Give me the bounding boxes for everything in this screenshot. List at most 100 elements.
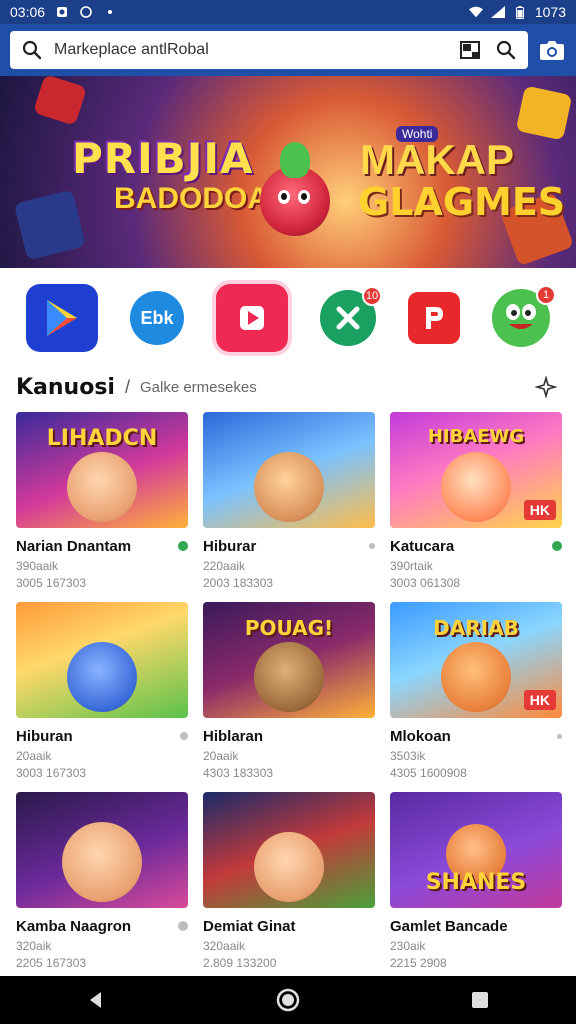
game-thumbnail[interactable] [16, 602, 188, 718]
card-meta-1: 390rtaik [390, 559, 433, 573]
card-meta-2: 3005 167303 [16, 576, 87, 590]
card-meta-1: 230aik [390, 939, 426, 953]
game-card[interactable]: Demiat Ginat 320aaik 2.809 133200 [203, 792, 375, 982]
app-icon-red-p[interactable] [408, 292, 460, 344]
wifi-icon [468, 5, 483, 19]
card-meta-1: 320aik [16, 939, 52, 953]
hero-title-right-bottom: GLAGMES [358, 180, 566, 224]
card-meta-2: 2205 167303 [16, 956, 87, 970]
status-bar: 03:06 1073 [0, 0, 576, 24]
game-thumbnail[interactable]: DARIAB HK [390, 602, 562, 718]
card-meta-1: 20aaik [16, 749, 52, 763]
mascot-image [260, 142, 330, 236]
card-meta-2: 3003 061308 [390, 576, 461, 590]
hero-banner[interactable]: PRIBJIA BADODOA! Wohti MAKAP GLAGMES [0, 76, 576, 268]
search-submit-icon[interactable] [492, 36, 520, 64]
dice-decoration [13, 189, 87, 261]
search-box[interactable]: Markeplace antlRobal [10, 31, 528, 69]
search-input[interactable]: Markeplace antlRobal [54, 41, 448, 59]
app-label-ebk: Ebk [140, 307, 174, 328]
app-icon-ebk[interactable]: Ebk [130, 291, 184, 345]
card-title: Hiblaran [203, 727, 264, 745]
battery-icon [513, 5, 527, 19]
section-title: Kanuosi [16, 374, 115, 400]
game-card[interactable]: DARIAB HK Mlokoan 3503ik 4305 1600908 [390, 602, 562, 792]
thumb-title: POUAG! [244, 616, 334, 640]
game-thumbnail[interactable] [203, 792, 375, 908]
card-title: Mlokoan [390, 727, 451, 745]
game-card[interactable]: Hiburan 20aaik 3003 167303 [16, 602, 188, 792]
app-icon-green-x[interactable]: 10 [320, 286, 382, 346]
gallery-icon[interactable] [456, 36, 484, 64]
character-image [67, 642, 137, 712]
card-meta-2: 2215 2908 [390, 956, 447, 970]
back-icon[interactable] [82, 986, 110, 1014]
hero-subtitle-left: BADODOA! [114, 182, 279, 215]
card-title: Demiat Ginat [203, 917, 296, 935]
game-card[interactable]: Hiburar 220aaik 2003 183303 [203, 412, 375, 602]
hero-title-left: PRIBJIA [72, 134, 254, 183]
system-nav-bar [0, 976, 576, 1024]
card-tag: HK [523, 500, 556, 520]
section-subtitle: Galke ermesekes [139, 378, 257, 396]
thumb-title: LIHADCN [46, 426, 158, 451]
game-card[interactable]: SHANES Gamlet Bancade 230aik 2215 2908 [390, 792, 562, 982]
game-thumbnail[interactable] [203, 412, 375, 528]
character-image [254, 452, 324, 522]
character-image [62, 822, 142, 902]
game-thumbnail[interactable]: SHANES [390, 792, 562, 908]
game-thumbnail[interactable] [16, 792, 188, 908]
card-meta-2: 4305 1600908 [390, 766, 467, 780]
card-meta-1: 20aaik [203, 749, 239, 763]
card-tag: HK [523, 690, 556, 710]
card-meta-2: 3003 167303 [16, 766, 87, 780]
dice-decoration [515, 85, 573, 141]
app-bar: Markeplace antlRobal [0, 24, 576, 76]
game-thumbnail[interactable]: LIHADCN [16, 412, 188, 528]
status-dot [557, 733, 562, 739]
home-icon[interactable] [274, 986, 302, 1014]
recents-icon[interactable] [466, 986, 494, 1014]
game-thumbnail[interactable]: HIBAEWG HK [390, 412, 562, 528]
card-meta-1: 390aaik [16, 559, 59, 573]
game-card[interactable]: LIHADCN Narian Dnantam 390aaik 3005 1673… [16, 412, 188, 602]
app-icon-video[interactable] [216, 284, 288, 352]
card-title: Katucara [390, 537, 455, 555]
search-icon[interactable] [18, 36, 46, 64]
dot-icon [103, 5, 117, 19]
section-header: Kanuosi / Galke ermesekes [0, 368, 576, 406]
card-title: Narian Dnantam [16, 537, 132, 555]
badge-count: 1 [536, 285, 556, 305]
game-card[interactable]: POUAG! Hiblaran 20aaik 4303 183303 [203, 602, 375, 792]
thumb-title: DARIAB [433, 616, 519, 640]
status-dot [369, 543, 375, 549]
status-dot [552, 541, 562, 551]
character-image [254, 832, 324, 902]
status-dot [178, 921, 188, 931]
signal-icon [490, 5, 505, 19]
character-image [254, 642, 324, 712]
game-thumbnail[interactable]: POUAG! [203, 602, 375, 718]
cards-grid: LIHADCN Narian Dnantam 390aaik 3005 1673… [16, 412, 562, 982]
app-icon-play-store[interactable] [26, 284, 98, 352]
apps-row: Ebk 10 1 [0, 270, 576, 366]
badge-count: 10 [362, 286, 382, 306]
card-meta-2: 2.809 133200 [203, 956, 277, 970]
game-card[interactable]: HIBAEWG HK Katucara 390rtaik 3003 061308 [390, 412, 562, 602]
camera-icon[interactable] [538, 36, 566, 64]
sparkle-icon[interactable] [532, 373, 560, 401]
card-title: Hiburar [203, 537, 257, 555]
card-title: Hiburan [16, 727, 73, 745]
dice-decoration [32, 76, 88, 126]
character-image [441, 642, 511, 712]
card-meta-2: 2003 183303 [203, 576, 274, 590]
card-meta-2: 4303 183303 [203, 766, 274, 780]
thumb-title: HIBAEWG [427, 426, 525, 447]
character-image [441, 452, 511, 522]
app-icon-green-face[interactable]: 1 [492, 285, 556, 347]
sync-icon [79, 5, 93, 19]
game-card[interactable]: Kamba Naagron 320aik 2205 167303 [16, 792, 188, 982]
card-title: Kamba Naagron [16, 917, 132, 935]
section-separator: / [124, 376, 130, 397]
card-title: Gamlet Bancade [390, 917, 508, 935]
